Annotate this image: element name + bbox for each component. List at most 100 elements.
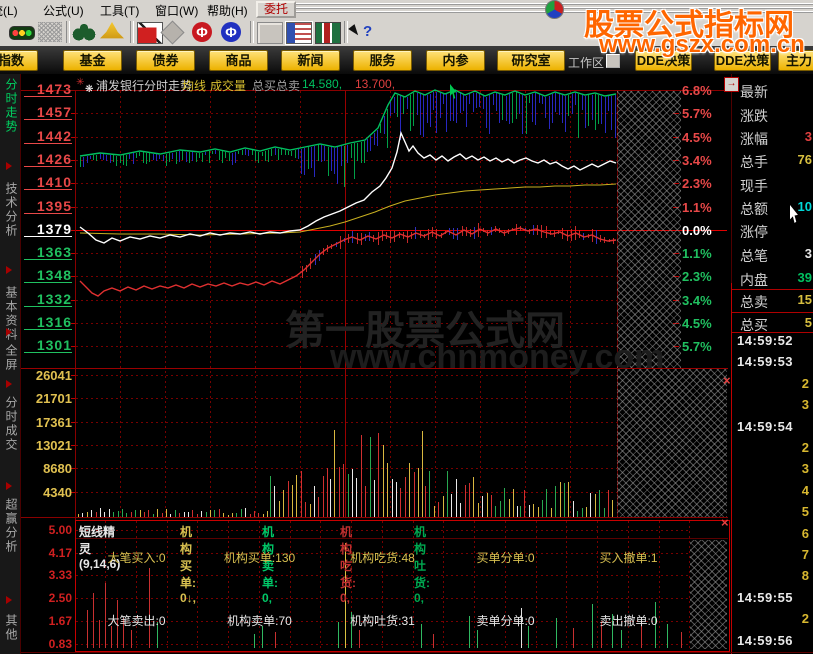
toolbar-separator bbox=[344, 21, 348, 43]
tick-row-0: 14:59:52 bbox=[737, 333, 794, 348]
signal-bar bbox=[262, 626, 263, 648]
sidebar-item-0[interactable]: 分时走势 bbox=[3, 78, 20, 134]
bell-icon[interactable] bbox=[100, 22, 124, 39]
bottom-axis-label: 3.33 bbox=[48, 568, 72, 582]
signal-bar bbox=[359, 630, 360, 648]
quote-label-4: 现手 bbox=[740, 178, 768, 194]
phi-red-icon[interactable] bbox=[192, 22, 212, 42]
price-axis-label: 1363 bbox=[24, 245, 72, 260]
volume-axis-label: 21701 bbox=[35, 391, 72, 406]
quote-value-3: 76 bbox=[797, 152, 812, 167]
flower-red-icon: ✳ bbox=[76, 77, 85, 88]
tick-row-11: 8 bbox=[801, 568, 809, 584]
chart-plot-area[interactable] bbox=[75, 90, 617, 518]
close-bottom-pane-icon[interactable]: × bbox=[721, 516, 729, 529]
quote-value-10: 5 bbox=[804, 315, 812, 330]
toolbar-separator bbox=[250, 21, 254, 43]
price-axis-label: 1426 bbox=[24, 152, 72, 167]
volume-axis-label: 8680 bbox=[43, 461, 72, 476]
bottom-cell-r2c4: 卖出撤单:0 bbox=[599, 614, 658, 628]
menu-item-system[interactable]: 统(L) bbox=[0, 2, 18, 19]
percent-axis-label: 3.4% bbox=[682, 293, 712, 308]
grid-icon[interactable] bbox=[38, 22, 62, 42]
clipboard-icon[interactable] bbox=[257, 22, 283, 44]
toolbar-separator bbox=[66, 21, 70, 43]
bottom-axis-label: 5.00 bbox=[48, 523, 72, 537]
sidebar-item-6[interactable]: 其他 bbox=[3, 614, 20, 642]
signal-bar bbox=[111, 626, 112, 648]
tick-row-4: 14:59:54 bbox=[737, 418, 794, 434]
percent-axis-label: 1.1% bbox=[682, 200, 712, 215]
bottom-cell-r2c2: 机构吐货:31 bbox=[350, 614, 415, 628]
signal-bar bbox=[131, 630, 132, 648]
bottom-cell-r1c3: 买单分单:0 bbox=[476, 551, 535, 565]
panel-arrow-button[interactable]: → bbox=[724, 77, 739, 92]
price-axis-label: 1410 bbox=[24, 175, 72, 190]
percent-axis-label: 4.5% bbox=[682, 130, 712, 145]
bottom-cell-r2c0: 大笔卖出:0 bbox=[107, 614, 166, 628]
diamond-icon[interactable] bbox=[160, 20, 185, 45]
volume-axis-label: 13021 bbox=[35, 438, 72, 453]
tab-service[interactable]: 服务 bbox=[353, 50, 412, 71]
signal-bar bbox=[621, 630, 622, 648]
tick-row-9: 6 bbox=[801, 525, 809, 541]
panel-icon[interactable] bbox=[285, 21, 313, 45]
sidebar-item-1[interactable]: 技术分析 bbox=[3, 182, 20, 238]
price-axis-label: 1301 bbox=[24, 338, 72, 353]
tick-row-10: 7 bbox=[801, 547, 809, 562]
tick-row-5: 2 bbox=[801, 440, 809, 455]
close-volume-pane-icon[interactable]: × bbox=[723, 374, 731, 387]
bottom-cell-r2c1: 机构卖单:70 bbox=[227, 614, 292, 628]
tick-row-13: 2 bbox=[801, 611, 809, 627]
sidebar-arrow-icon bbox=[6, 596, 12, 604]
left-sidebar: 分时走势 技术分析 基本资料 全屏 分时成交 超赢分析 其他 bbox=[0, 74, 21, 654]
quote-label-7: 总笔 bbox=[740, 248, 768, 264]
signal-bar bbox=[433, 634, 434, 648]
tab-news[interactable]: 新闻 bbox=[281, 50, 340, 71]
quote-label-9: 总卖 bbox=[740, 294, 768, 310]
tab-bonds[interactable]: 债券 bbox=[136, 50, 195, 71]
percent-axis-label: 2.3% bbox=[682, 176, 712, 191]
percent-axis-label: 4.5% bbox=[682, 316, 712, 331]
percent-axis-label: 1.1% bbox=[682, 246, 712, 261]
books-icon[interactable] bbox=[315, 22, 341, 44]
bottom-cell-r1c1: 机构买单:130 bbox=[223, 551, 296, 565]
chart-flag-icon[interactable] bbox=[137, 22, 163, 44]
price-axis-label: 1457 bbox=[24, 105, 72, 120]
bottom-axis-label: 2.50 bbox=[48, 591, 72, 605]
quote-panel[interactable]: 最新 涨跌 涨幅 3 总手 76 现手 总额 10 涨停 总笔 3 内盘 39 总卖 15 总买 5 14:59:5… bbox=[732, 74, 813, 654]
traffic-light-icon[interactable] bbox=[9, 26, 35, 40]
bottom-pane-border bbox=[75, 520, 730, 652]
signal-bar bbox=[254, 634, 255, 648]
bottom-hatch-area bbox=[690, 540, 727, 649]
tab-funds[interactable]: 基金 bbox=[63, 50, 122, 71]
volume-hatch-area bbox=[617, 369, 727, 517]
tab-research[interactable]: 研究室 bbox=[497, 50, 565, 71]
price-axis-label: 1395 bbox=[24, 199, 72, 214]
menu-item-formula[interactable]: 公式(U) bbox=[43, 2, 84, 19]
help-cursor-icon[interactable] bbox=[351, 22, 375, 42]
phi-blue-icon[interactable] bbox=[221, 22, 241, 42]
price-axis-label: 1379 bbox=[24, 222, 72, 237]
menu-item-help[interactable]: 帮助(H) bbox=[207, 2, 248, 19]
sidebar-arrow-icon bbox=[6, 266, 12, 274]
volume-axis-label: 17361 bbox=[35, 415, 72, 430]
sidebar-item-5[interactable]: 超赢分析 bbox=[3, 498, 20, 554]
tab-index[interactable]: 指数 bbox=[0, 50, 38, 71]
entrust-button[interactable]: 委托 bbox=[256, 1, 296, 18]
sidebar-arrow-icon bbox=[6, 162, 12, 170]
quote-value-8: 39 bbox=[797, 270, 812, 285]
quote-value-7: 3 bbox=[804, 246, 812, 261]
quote-label-8: 内盘 bbox=[740, 272, 768, 288]
menu-item-window[interactable]: 窗口(W) bbox=[155, 2, 198, 19]
toolbar-separator bbox=[130, 21, 134, 43]
tab-commodity[interactable]: 商品 bbox=[209, 50, 268, 71]
bottom-cell-r1c2: 机构吃货:48 bbox=[350, 551, 415, 565]
menu-item-tools[interactable]: 工具(T) bbox=[100, 2, 139, 19]
tick-row-12: 14:59:55 bbox=[737, 589, 794, 605]
tab-internal[interactable]: 内参 bbox=[426, 50, 485, 71]
binoculars-icon[interactable] bbox=[72, 22, 96, 42]
price-axis-label: 1442 bbox=[24, 129, 72, 144]
price-axis-label: 1332 bbox=[24, 292, 72, 307]
bottom-cell-r2c3: 卖单分单:0 bbox=[476, 614, 535, 628]
